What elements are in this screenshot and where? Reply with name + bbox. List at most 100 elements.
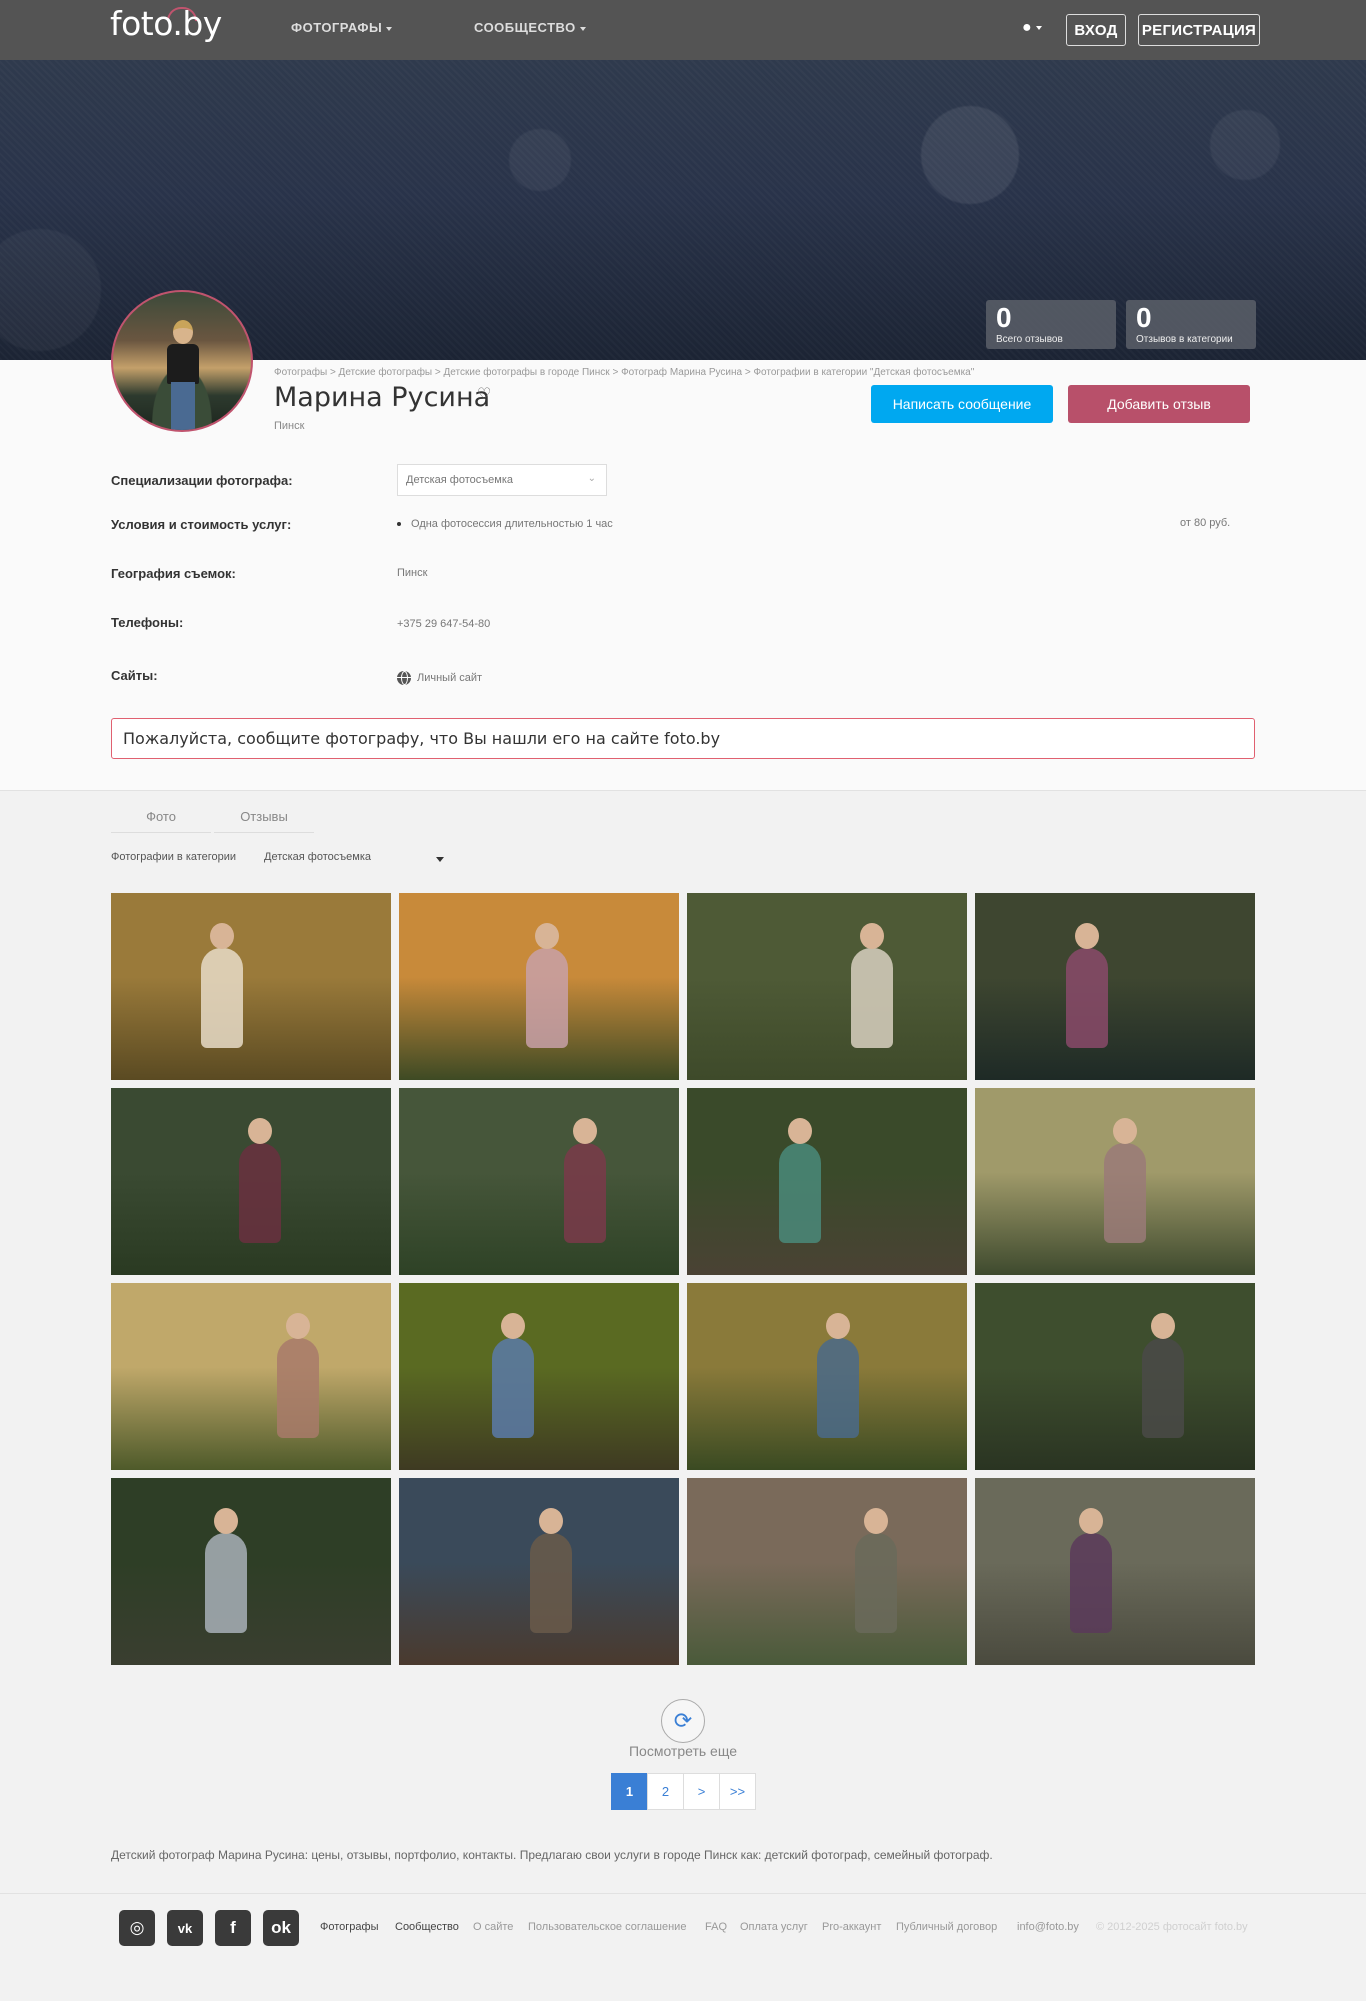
footer-link[interactable]: info@foto.by <box>1017 1921 1079 1933</box>
bullet-icon <box>397 522 401 527</box>
footer-link[interactable]: FAQ <box>705 1921 727 1933</box>
photo-thumbnail[interactable] <box>399 1478 679 1665</box>
odnoklassniki-icon[interactable]: ok <box>263 1910 299 1946</box>
geography-label: География съемок: <box>111 566 236 581</box>
photo-subject <box>205 1533 247 1633</box>
photo-subject <box>1142 1338 1184 1438</box>
photo-thumbnail[interactable] <box>111 1478 391 1665</box>
stat-total-reviews: 0 Всего отзывов <box>986 300 1116 349</box>
services-label: Условия и стоимость услуг: <box>111 517 292 532</box>
photo-subject <box>1104 1143 1146 1243</box>
refresh-icon[interactable]: ⟳ <box>661 1699 705 1743</box>
photo-thumbnail[interactable] <box>975 1088 1255 1275</box>
photographer-avatar[interactable] <box>111 290 253 432</box>
photo-thumbnail[interactable] <box>111 893 391 1080</box>
photo-subject-head <box>248 1118 272 1144</box>
photo-thumbnail[interactable] <box>975 1283 1255 1470</box>
notice-banner: Пожалуйста, сообщите фотографу, что Вы н… <box>111 718 1255 759</box>
page-1-button[interactable]: 1 <box>611 1773 648 1810</box>
nav-community[interactable]: СООБЩЕСТВО <box>474 20 586 35</box>
photo-subject-head <box>864 1508 888 1534</box>
phone-value[interactable]: +375 29 647-54-80 <box>397 618 490 630</box>
photo-thumbnail[interactable] <box>975 893 1255 1080</box>
photographer-name: Марина Русина <box>274 382 491 413</box>
photo-subject <box>779 1143 821 1243</box>
photo-thumbnail[interactable] <box>399 893 679 1080</box>
footer-divider <box>0 1893 1366 1894</box>
photo-subject-head <box>1075 923 1099 949</box>
photo-thumbnail[interactable] <box>975 1478 1255 1665</box>
photo-subject <box>239 1143 281 1243</box>
site-logo[interactable]: foto.by <box>110 4 222 43</box>
nav-photographers[interactable]: ФОТОГРАФЫ <box>291 20 393 35</box>
top-navbar: foto.by ФОТОГРАФЫ СООБЩЕСТВО ● ВХОД РЕГИ… <box>0 0 1366 60</box>
facebook-icon[interactable]: f <box>215 1910 251 1946</box>
photo-subject-head <box>286 1313 310 1339</box>
specialization-select[interactable]: Детская фотосъемка ⌄ <box>397 464 607 496</box>
photo-thumbnail[interactable] <box>687 1283 967 1470</box>
photo-subject-head <box>573 1118 597 1144</box>
photo-thumbnail[interactable] <box>399 1283 679 1470</box>
photo-thumbnail[interactable] <box>687 1088 967 1275</box>
seo-description: Детский фотограф Марина Русина: цены, от… <box>111 1848 993 1862</box>
photo-grid <box>111 893 1256 1665</box>
phones-label: Телефоны: <box>111 615 184 630</box>
copyright: © 2012-2025 фотосайт foto.by <box>1096 1921 1248 1933</box>
specialization-value: Детская фотосъемка <box>406 474 513 486</box>
photo-subject-head <box>535 923 559 949</box>
stat-value: 0 <box>1136 302 1152 333</box>
chevron-down-icon <box>386 26 393 31</box>
photo-subject <box>530 1533 572 1633</box>
footer-link[interactable]: Pro-аккаунт <box>822 1921 881 1933</box>
divider <box>0 790 1366 791</box>
photo-subject <box>1070 1533 1112 1633</box>
specialization-label: Специализации фотографа: <box>111 473 293 488</box>
instagram-icon[interactable]: ◎ <box>119 1910 155 1946</box>
page-2-button[interactable]: 2 <box>647 1773 684 1810</box>
footer-link[interactable]: Сообщество <box>395 1921 459 1933</box>
next-page-button[interactable]: > <box>683 1773 720 1810</box>
footer-link[interactable]: Пользовательское соглашение <box>528 1921 686 1933</box>
footer-link[interactable]: Фотографы <box>320 1921 378 1933</box>
photo-subject <box>564 1143 606 1243</box>
category-filter-label: Фотографии в категории <box>111 851 237 863</box>
login-button[interactable]: ВХОД <box>1066 14 1126 46</box>
language-globe-icon[interactable]: ● <box>1022 19 1042 37</box>
stat-value: 0 <box>996 302 1012 333</box>
photo-subject-head <box>826 1313 850 1339</box>
add-review-button[interactable]: Добавить отзыв <box>1068 385 1250 423</box>
photo-thumbnail[interactable] <box>111 1283 391 1470</box>
geography-value: Пинск <box>397 567 428 579</box>
avatar-figure <box>165 320 201 430</box>
category-filter-select[interactable]: Детская фотосъемка <box>264 851 371 863</box>
favorite-heart-icon[interactable]: ♡ <box>477 384 491 404</box>
vk-icon[interactable]: vk <box>167 1910 203 1946</box>
site-link-label: Личный сайт <box>417 671 483 684</box>
chevron-down-icon <box>579 26 586 31</box>
footer-link[interactable]: О сайте <box>473 1921 513 1933</box>
service-item: Одна фотосессия длительностью 1 час <box>397 518 613 530</box>
tab-photos[interactable]: Фото <box>111 800 211 833</box>
photo-subject-head <box>1151 1313 1175 1339</box>
breadcrumb[interactable]: Фотографы > Детские фотографы > Детские … <box>274 367 974 378</box>
last-page-button[interactable]: >> <box>719 1773 756 1810</box>
photo-subject-head <box>210 923 234 949</box>
footer-link[interactable]: Публичный договор <box>896 1921 997 1933</box>
footer-link[interactable]: Оплата услуг <box>740 1921 808 1933</box>
photo-subject <box>855 1533 897 1633</box>
photo-subject <box>492 1338 534 1438</box>
photo-thumbnail[interactable] <box>687 1478 967 1665</box>
photo-thumbnail[interactable] <box>687 893 967 1080</box>
caret-down-icon[interactable] <box>436 857 444 862</box>
photo-subject <box>201 948 243 1048</box>
photo-subject <box>526 948 568 1048</box>
write-message-button[interactable]: Написать сообщение <box>871 385 1053 423</box>
stat-category-reviews: 0 Отзывов в категории <box>1126 300 1256 349</box>
photo-thumbnail[interactable] <box>111 1088 391 1275</box>
site-link[interactable]: Личный сайт <box>397 671 482 685</box>
chevron-down-icon: ⌄ <box>587 473 596 484</box>
tab-reviews[interactable]: Отзывы <box>214 800 314 833</box>
photo-thumbnail[interactable] <box>399 1088 679 1275</box>
register-button[interactable]: РЕГИСТРАЦИЯ <box>1138 14 1260 46</box>
load-more-label[interactable]: Посмотреть еще <box>0 1743 1366 1759</box>
